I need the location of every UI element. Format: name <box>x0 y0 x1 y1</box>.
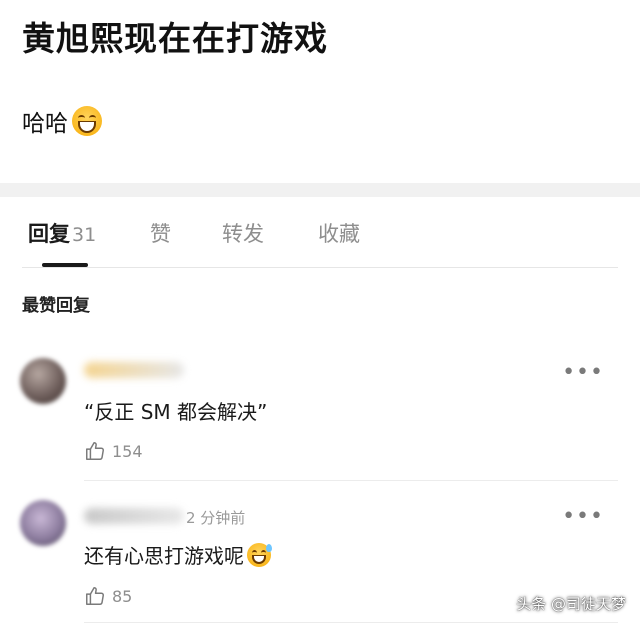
comment-text-content: “反正 SM 都会解决” <box>84 400 268 424</box>
post-body-text: 哈哈 <box>22 111 68 137</box>
comment-timestamp: 2 分钟前 <box>186 509 246 527</box>
like-button[interactable]: 85 <box>84 585 132 607</box>
more-options-icon[interactable]: ••• <box>562 362 604 384</box>
tab-likes[interactable]: 赞 <box>150 218 171 248</box>
like-count: 154 <box>112 441 143 461</box>
like-button[interactable]: 154 <box>84 440 143 462</box>
watermark: 头条 @司徒天梦 <box>516 595 626 613</box>
like-count: 85 <box>112 586 133 606</box>
thumbs-up-icon <box>86 442 104 460</box>
more-options-icon[interactable]: ••• <box>562 506 604 528</box>
nickname-blurred[interactable] <box>84 508 184 524</box>
thumbs-up-icon <box>86 587 104 605</box>
tabs-divider <box>22 267 618 268</box>
tab-replies[interactable]: 回复 31 <box>28 218 96 248</box>
grinning-face-icon <box>72 106 102 136</box>
comment-text-content: 还有心思打游戏呢 <box>84 544 244 568</box>
avatar[interactable] <box>20 358 66 404</box>
tab-replies-label: 回复 <box>28 222 70 246</box>
section-divider <box>0 183 640 197</box>
comment-divider <box>84 480 618 481</box>
tab-bar: 回复 31 赞 转发 收藏 <box>0 218 640 252</box>
tab-favorites[interactable]: 收藏 <box>318 218 360 248</box>
comment-text: 还有心思打游戏呢 <box>84 540 272 569</box>
grinning-sweat-icon <box>247 542 272 567</box>
tab-reposts[interactable]: 转发 <box>222 218 264 248</box>
tab-replies-count: 31 <box>72 224 97 246</box>
post-body: 哈哈 <box>22 104 102 138</box>
comment-text: “反正 SM 都会解决” <box>84 396 267 425</box>
section-title: 最赞回复 <box>22 296 90 316</box>
post-title: 黄旭熙现在在打游戏 <box>22 19 328 58</box>
comment-divider <box>84 622 618 623</box>
nickname-blurred[interactable] <box>84 362 184 378</box>
avatar[interactable] <box>20 500 66 546</box>
